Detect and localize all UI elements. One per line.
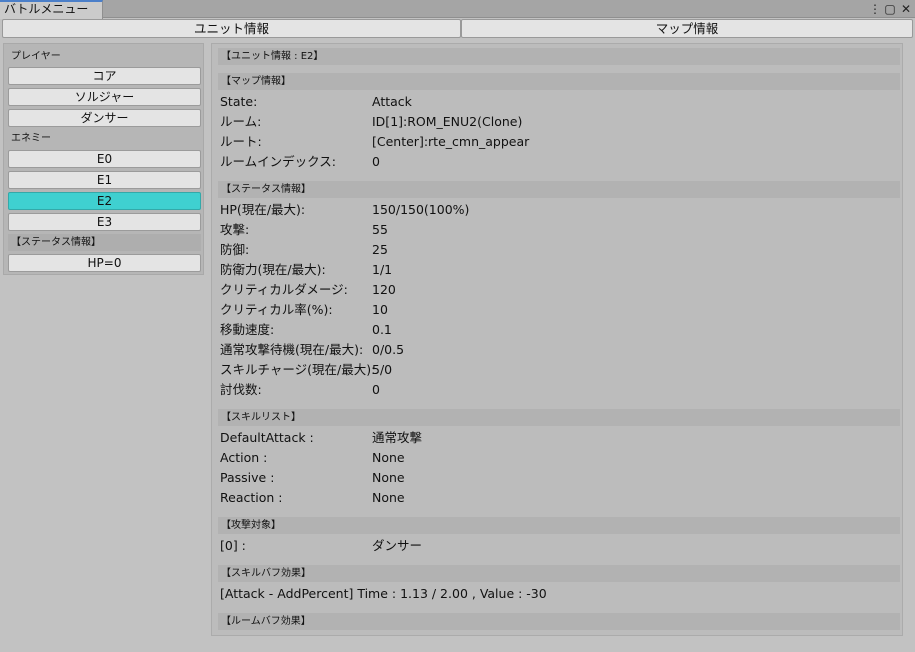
row-key: ルーム: bbox=[220, 114, 262, 129]
row-value: 通常攻撃 bbox=[372, 430, 423, 445]
row-value: Attack bbox=[372, 94, 412, 109]
row-key: 攻撃: bbox=[220, 222, 250, 237]
row-key: [0] : bbox=[220, 538, 246, 553]
enemy-button-e0[interactable]: E0 bbox=[8, 150, 201, 168]
enemy-header: エネミー bbox=[11, 133, 51, 144]
row-value: 150/150(100%) bbox=[372, 202, 470, 217]
status-row: HP(現在/最大): 150/150(100%) bbox=[220, 200, 900, 220]
row-value: 1/1 bbox=[372, 262, 393, 277]
row-value: None bbox=[372, 470, 405, 485]
status-row: 防衛力(現在/最大): 1/1 bbox=[220, 260, 900, 280]
row-value: [Center]:rte_cmn_appear bbox=[372, 134, 530, 149]
roombuff-section-header: 【ルームバフ効果】 bbox=[218, 613, 900, 630]
player-button-core[interactable]: コア bbox=[8, 67, 201, 85]
row-key: 移動速度: bbox=[220, 322, 275, 337]
tab-battle-menu[interactable]: バトルメニュー bbox=[0, 0, 103, 19]
skillbuff-row: [Attack - AddPercent] Time : 1.13 / 2.00… bbox=[220, 584, 900, 604]
row-key: クリティカルダメージ: bbox=[220, 282, 348, 297]
row-value: 10 bbox=[372, 302, 388, 317]
row-key: クリティカル率(%): bbox=[220, 302, 333, 317]
row-key: DefaultAttack : bbox=[220, 430, 314, 445]
row-key: HP(現在/最大): bbox=[220, 202, 306, 217]
player-header: プレイヤー bbox=[11, 51, 61, 62]
unit-info-button[interactable]: ユニット情報 bbox=[2, 19, 461, 38]
row-value: 0 bbox=[372, 154, 380, 169]
status-row: 攻撃: 55 bbox=[220, 220, 900, 240]
skill-row: Action : None bbox=[220, 448, 900, 468]
status-header: 【ステータス情報】 bbox=[8, 234, 201, 251]
maximize-icon[interactable]: ▢ bbox=[883, 0, 897, 18]
status-row: 通常攻撃待機(現在/最大): 0/0.5 bbox=[220, 340, 900, 360]
top-toolbar: ユニット情報 マップ情報 bbox=[2, 19, 913, 39]
player-button-soldier[interactable]: ソルジャー bbox=[8, 88, 201, 106]
row-key: Passive : bbox=[220, 470, 275, 485]
enemy-button-e3[interactable]: E3 bbox=[8, 213, 201, 231]
status-row: クリティカル率(%): 10 bbox=[220, 300, 900, 320]
row-value: 5/0 bbox=[372, 362, 393, 377]
row-value: 120 bbox=[372, 282, 396, 297]
skillbuff-section-header: 【スキルバフ効果】 bbox=[218, 565, 900, 582]
status-row: クリティカルダメージ: 120 bbox=[220, 280, 900, 300]
close-icon[interactable]: ✕ bbox=[899, 0, 913, 18]
row-value: None bbox=[372, 450, 405, 465]
status-row: 討伐数: 0 bbox=[220, 380, 900, 400]
row-key: スキルチャージ(現在/最大): bbox=[220, 362, 376, 377]
row-value: 0/0.5 bbox=[372, 342, 405, 357]
enemy-button-e1[interactable]: E1 bbox=[8, 171, 201, 189]
skill-row: DefaultAttack : 通常攻撃 bbox=[220, 428, 900, 448]
row-value: ダンサー bbox=[372, 538, 423, 553]
map-info-button[interactable]: マップ情報 bbox=[461, 19, 913, 38]
row-key: Action : bbox=[220, 450, 268, 465]
skill-section-header: 【スキルリスト】 bbox=[218, 409, 900, 426]
row-key: State: bbox=[220, 94, 258, 109]
skillbuff-line: [Attack - AddPercent] Time : 1.13 / 2.00… bbox=[220, 586, 547, 601]
status-section-header: 【ステータス情報】 bbox=[218, 181, 900, 198]
row-value: ID[1]:ROM_ENU2(Clone) bbox=[372, 114, 523, 129]
unit-selector-panel: プレイヤー コア ソルジャー ダンサー エネミー E0 E1 E2 E3 【ステ… bbox=[3, 43, 204, 275]
map-row: ルート: [Center]:rte_cmn_appear bbox=[220, 132, 900, 152]
row-value: 55 bbox=[372, 222, 388, 237]
map-row: State: Attack bbox=[220, 92, 900, 112]
status-button-hp[interactable]: HP=0 bbox=[8, 254, 201, 272]
skill-row: Reaction : None bbox=[220, 488, 900, 508]
unit-info-panel: 【ユニット情報 : E2】 【マップ情報】 State: Attack ルーム: I… bbox=[211, 43, 903, 636]
map-row: ルームインデックス: 0 bbox=[220, 152, 900, 172]
kebab-menu-icon[interactable]: ⋮ bbox=[868, 0, 882, 18]
row-key: 防衛力(現在/最大): bbox=[220, 262, 326, 277]
status-row: 防御: 25 bbox=[220, 240, 900, 260]
row-value: 25 bbox=[372, 242, 388, 257]
window-tab-strip: バトルメニュー ⋮ ▢ ✕ bbox=[0, 0, 915, 19]
row-key: 通常攻撃待機(現在/最大): bbox=[220, 342, 364, 357]
skill-row: Passive : None bbox=[220, 468, 900, 488]
row-key: Reaction : bbox=[220, 490, 283, 505]
map-row: ルーム: ID[1]:ROM_ENU2(Clone) bbox=[220, 112, 900, 132]
row-value: 0.1 bbox=[372, 322, 392, 337]
row-key: 討伐数: bbox=[220, 382, 262, 397]
target-row: [0] : ダンサー bbox=[220, 536, 900, 556]
map-section-header: 【マップ情報】 bbox=[218, 73, 900, 90]
row-key: 防御: bbox=[220, 242, 250, 257]
target-section-header: 【攻撃対象】 bbox=[218, 517, 900, 534]
status-row: スキルチャージ(現在/最大): 5/0 bbox=[220, 360, 900, 380]
enemy-button-e2[interactable]: E2 bbox=[8, 192, 201, 210]
status-row: 移動速度: 0.1 bbox=[220, 320, 900, 340]
row-value: None bbox=[372, 490, 405, 505]
row-key: ルート: bbox=[220, 134, 262, 149]
player-button-dancer[interactable]: ダンサー bbox=[8, 109, 201, 127]
row-key: ルームインデックス: bbox=[220, 154, 336, 169]
row-value: 0 bbox=[372, 382, 380, 397]
unit-info-title: 【ユニット情報 : E2】 bbox=[218, 48, 900, 65]
